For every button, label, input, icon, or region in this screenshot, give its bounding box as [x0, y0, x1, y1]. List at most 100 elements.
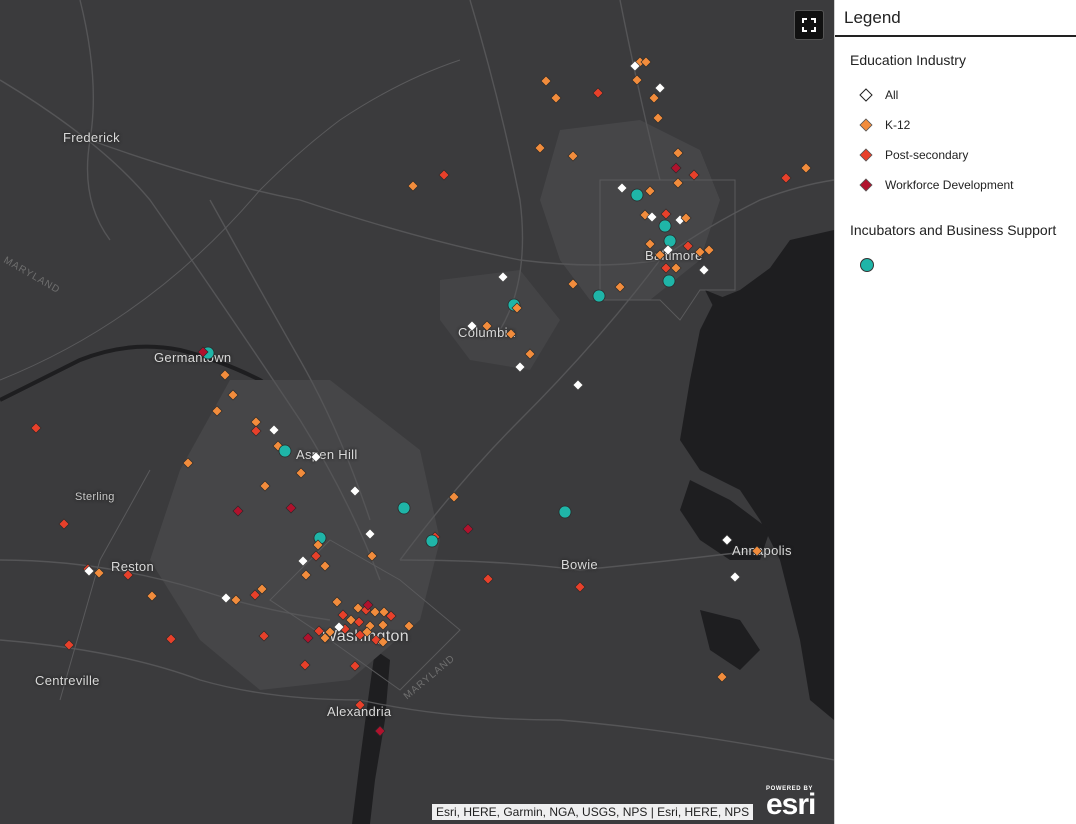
education-marker-k12[interactable]	[256, 583, 268, 595]
map-view[interactable]: Frederick Germantown Columbia Baltimore …	[0, 0, 834, 824]
education-marker-post-secondary[interactable]	[63, 639, 75, 651]
education-marker-k12[interactable]	[182, 457, 194, 469]
incubator-marker[interactable]	[592, 289, 606, 303]
education-marker-k12[interactable]	[672, 177, 684, 189]
education-marker-k12[interactable]	[345, 614, 357, 626]
education-marker-k12[interactable]	[219, 369, 231, 381]
education-marker-all[interactable]	[572, 379, 584, 391]
education-marker-all[interactable]	[616, 182, 628, 194]
education-marker-post-secondary[interactable]	[122, 569, 134, 581]
education-marker-post-secondary[interactable]	[165, 633, 177, 645]
education-marker-k12[interactable]	[230, 594, 242, 606]
education-marker-workforce[interactable]	[302, 632, 314, 644]
esri-logo[interactable]: POWERED BY esri	[766, 786, 816, 820]
education-marker-post-secondary[interactable]	[438, 169, 450, 181]
incubator-marker[interactable]	[662, 274, 676, 288]
education-marker-k12[interactable]	[567, 150, 579, 162]
education-marker-all[interactable]	[297, 555, 309, 567]
education-marker-k12[interactable]	[93, 567, 105, 579]
education-marker-all[interactable]	[721, 534, 733, 546]
education-marker-k12[interactable]	[146, 590, 158, 602]
education-marker-all[interactable]	[466, 320, 478, 332]
education-marker-post-secondary[interactable]	[349, 660, 361, 672]
education-marker-k12[interactable]	[403, 620, 415, 632]
education-marker-all[interactable]	[349, 485, 361, 497]
education-marker-k12[interactable]	[300, 569, 312, 581]
feature-markers[interactable]	[0, 0, 834, 824]
education-marker-post-secondary[interactable]	[30, 422, 42, 434]
education-marker-k12[interactable]	[694, 246, 706, 258]
incubator-marker[interactable]	[558, 505, 572, 519]
education-marker-all[interactable]	[220, 592, 232, 604]
education-marker-post-secondary[interactable]	[574, 581, 586, 593]
education-marker-k12[interactable]	[259, 480, 271, 492]
education-marker-k12[interactable]	[331, 596, 343, 608]
education-marker-post-secondary[interactable]	[299, 659, 311, 671]
education-marker-post-secondary[interactable]	[353, 616, 365, 628]
education-marker-k12[interactable]	[652, 112, 664, 124]
education-marker-all[interactable]	[310, 451, 322, 463]
education-marker-all[interactable]	[268, 424, 280, 436]
education-marker-k12[interactable]	[295, 467, 307, 479]
education-marker-post-secondary[interactable]	[780, 172, 792, 184]
education-marker-k12[interactable]	[716, 671, 728, 683]
education-marker-k12[interactable]	[644, 238, 656, 250]
education-marker-k12[interactable]	[366, 550, 378, 562]
education-marker-post-secondary[interactable]	[592, 87, 604, 99]
education-marker-k12[interactable]	[407, 180, 419, 192]
education-marker-k12[interactable]	[567, 278, 579, 290]
education-marker-k12[interactable]	[481, 320, 493, 332]
education-marker-post-secondary[interactable]	[482, 573, 494, 585]
education-marker-k12[interactable]	[448, 491, 460, 503]
education-marker-k12[interactable]	[377, 619, 389, 631]
education-marker-post-secondary[interactable]	[660, 262, 672, 274]
education-marker-all[interactable]	[364, 528, 376, 540]
education-marker-all[interactable]	[514, 361, 526, 373]
education-marker-post-secondary[interactable]	[249, 589, 261, 601]
map-attribution[interactable]: Esri, HERE, Garmin, NGA, USGS, NPS | Esr…	[432, 804, 754, 820]
education-marker-post-secondary[interactable]	[250, 425, 262, 437]
education-marker-post-secondary[interactable]	[313, 625, 325, 637]
education-marker-all[interactable]	[729, 571, 741, 583]
education-marker-k12[interactable]	[227, 389, 239, 401]
education-marker-k12[interactable]	[550, 92, 562, 104]
incubator-marker[interactable]	[663, 234, 677, 248]
incubator-marker[interactable]	[397, 501, 411, 515]
education-marker-workforce[interactable]	[285, 502, 297, 514]
education-marker-workforce[interactable]	[232, 505, 244, 517]
education-marker-k12[interactable]	[369, 606, 381, 618]
education-marker-k12[interactable]	[524, 348, 536, 360]
education-marker-k12[interactable]	[654, 249, 666, 261]
education-marker-all[interactable]	[497, 271, 509, 283]
education-marker-post-secondary[interactable]	[682, 240, 694, 252]
education-marker-post-secondary[interactable]	[58, 518, 70, 530]
education-marker-k12[interactable]	[540, 75, 552, 87]
incubator-marker[interactable]	[630, 188, 644, 202]
education-marker-post-secondary[interactable]	[310, 550, 322, 562]
education-marker-all[interactable]	[698, 264, 710, 276]
education-marker-k12[interactable]	[250, 416, 262, 428]
education-marker-post-secondary[interactable]	[337, 609, 349, 621]
education-marker-k12[interactable]	[670, 262, 682, 274]
education-marker-k12[interactable]	[703, 244, 715, 256]
education-marker-workforce[interactable]	[374, 725, 386, 737]
education-marker-k12[interactable]	[534, 142, 546, 154]
education-marker-workforce[interactable]	[462, 523, 474, 535]
education-marker-k12[interactable]	[505, 328, 517, 340]
incubator-marker[interactable]	[278, 444, 292, 458]
incubator-marker[interactable]	[658, 219, 672, 233]
education-marker-k12[interactable]	[751, 545, 763, 557]
education-marker-k12[interactable]	[640, 56, 652, 68]
education-marker-k12[interactable]	[352, 602, 364, 614]
education-marker-post-secondary[interactable]	[258, 630, 270, 642]
education-marker-k12[interactable]	[644, 185, 656, 197]
fullscreen-button[interactable]	[794, 10, 824, 40]
education-marker-k12[interactable]	[672, 147, 684, 159]
education-marker-post-secondary[interactable]	[660, 208, 672, 220]
education-marker-k12[interactable]	[211, 405, 223, 417]
education-marker-workforce[interactable]	[670, 162, 682, 174]
education-marker-all[interactable]	[654, 82, 666, 94]
education-marker-k12[interactable]	[648, 92, 660, 104]
education-marker-post-secondary[interactable]	[688, 169, 700, 181]
education-marker-k12[interactable]	[614, 281, 626, 293]
